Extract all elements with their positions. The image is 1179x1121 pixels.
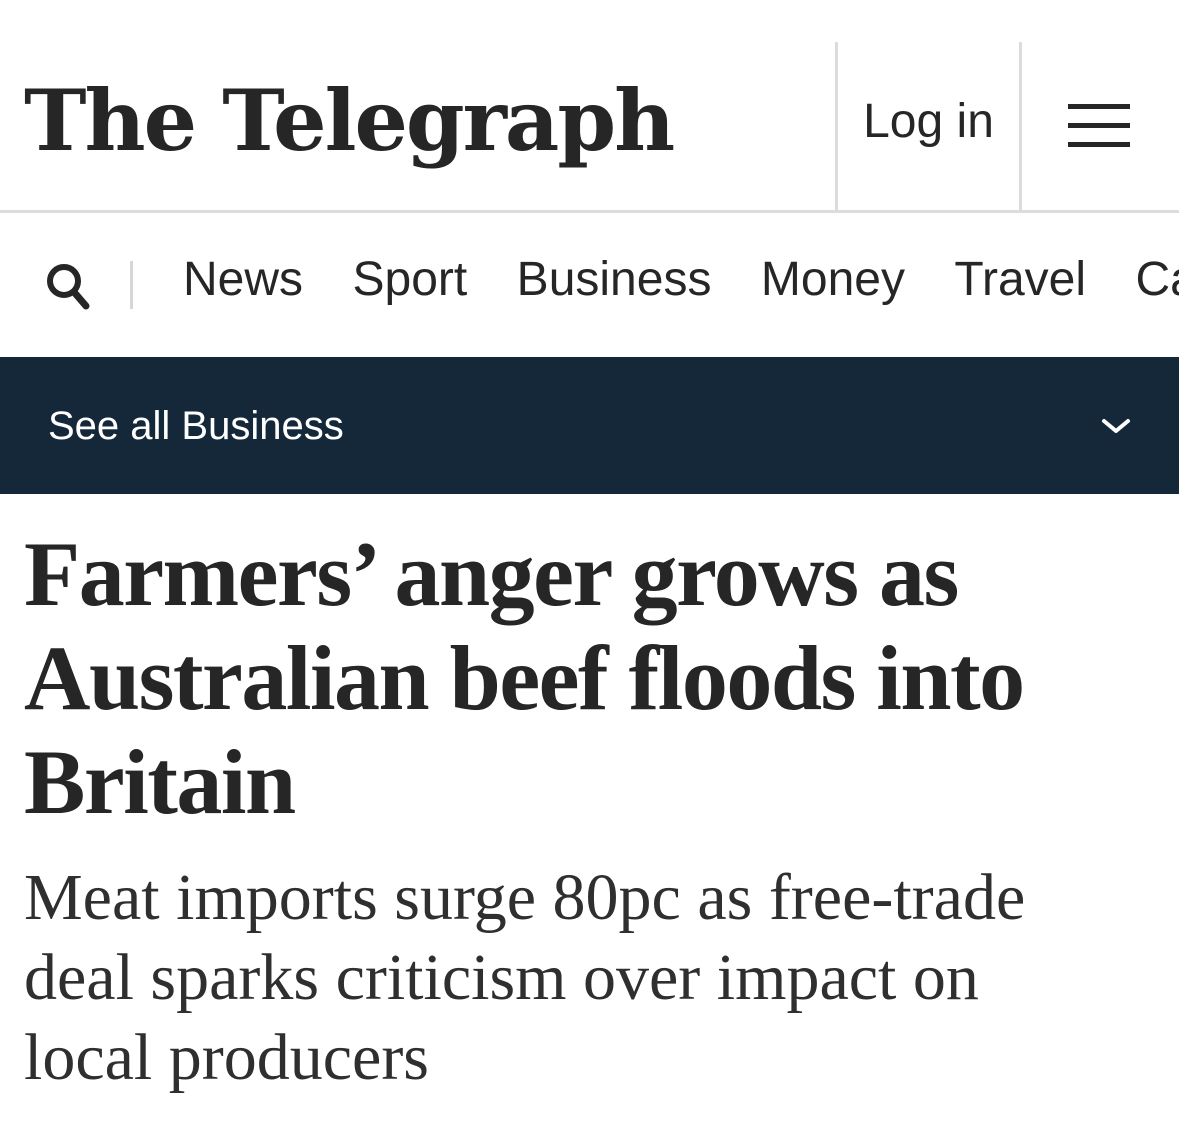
search-icon[interactable]	[44, 261, 94, 313]
article-headline: Farmers’ anger grows as Australian beef …	[24, 523, 1025, 833]
nav-item-truncated[interactable]: Ca	[1135, 250, 1179, 310]
section-nav: News Sport Business Money Travel Ca	[0, 213, 1179, 357]
nav-item-news[interactable]: News	[183, 250, 303, 310]
site-header: The Telegraph Log in	[0, 0, 1179, 213]
chevron-down-icon	[1102, 419, 1130, 433]
header-divider	[1019, 42, 1022, 210]
login-button[interactable]: Log in	[838, 94, 1019, 150]
nav-separator	[130, 261, 133, 309]
nav-item-travel[interactable]: Travel	[954, 250, 1086, 310]
see-all-business-banner[interactable]: See all Business	[0, 357, 1179, 494]
nav-item-business[interactable]: Business	[517, 250, 712, 310]
telegraph-logo[interactable]: The Telegraph	[24, 66, 675, 176]
nav-item-money[interactable]: Money	[761, 250, 905, 310]
see-all-business-label: See all Business	[48, 404, 344, 448]
nav-list: News Sport Business Money Travel Ca	[183, 250, 1179, 310]
hamburger-menu-icon[interactable]	[1068, 104, 1132, 148]
article-standfirst: Meat imports surge 80pc as free-trade de…	[24, 861, 1026, 1094]
nav-item-sport[interactable]: Sport	[352, 250, 467, 310]
